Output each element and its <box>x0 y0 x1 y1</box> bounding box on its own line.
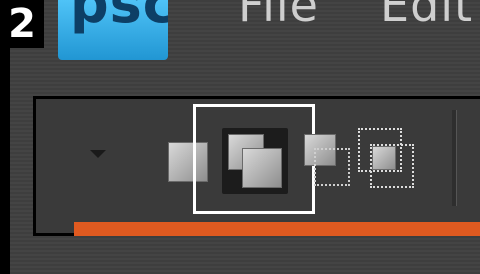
accent-bar <box>74 222 480 236</box>
subtract-from-selection-button[interactable] <box>304 134 350 186</box>
toolbar-separator <box>452 110 457 206</box>
menu-file[interactable]: File <box>238 0 319 32</box>
chevron-down-icon[interactable] <box>90 150 106 158</box>
step-badge: 2 <box>0 0 44 48</box>
intersect-with-selection-button[interactable] <box>356 128 414 188</box>
subtract-dotted-square-icon <box>314 148 350 186</box>
highlight-box <box>193 104 315 214</box>
app-logo-text: psc <box>70 0 168 35</box>
app-logo[interactable]: psc <box>58 0 168 60</box>
menu-edit[interactable]: Edit <box>380 0 473 32</box>
intersect-solid-square-icon <box>372 146 396 170</box>
